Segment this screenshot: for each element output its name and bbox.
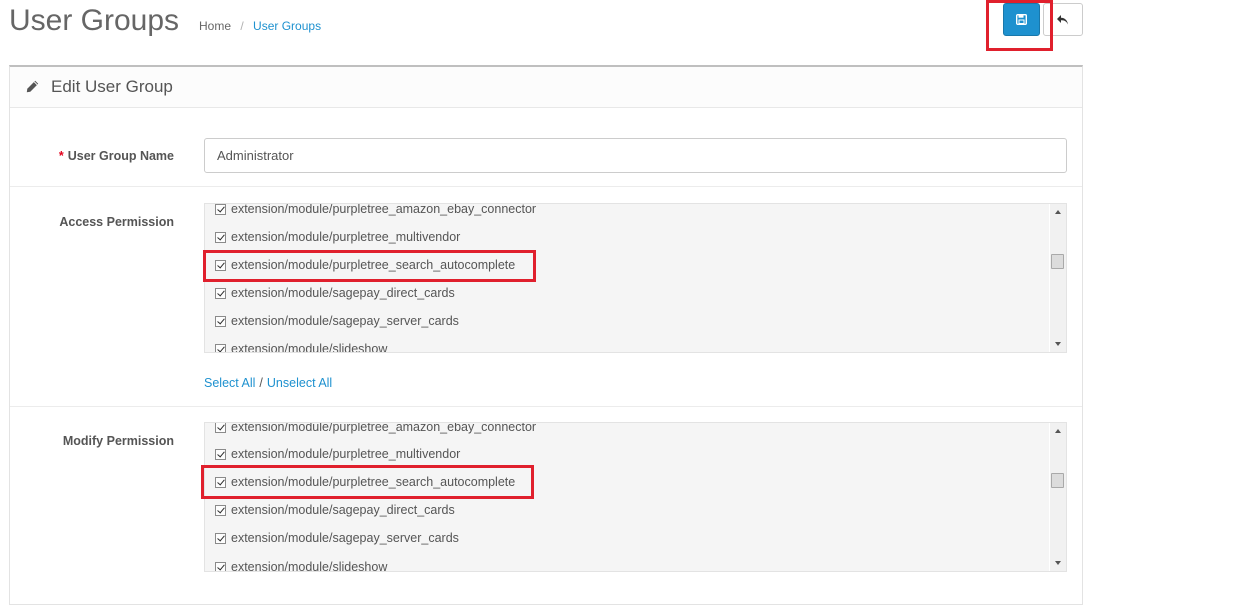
- reply-arrow-icon: [1057, 14, 1068, 24]
- breadcrumb-user-groups[interactable]: User Groups: [253, 19, 321, 33]
- modify-item[interactable]: extension/module/purpletree_multivendor: [215, 445, 460, 463]
- link-separator: /: [259, 376, 263, 390]
- modify-item-label: extension/module/sagepay_server_cards: [231, 531, 459, 545]
- modify-item-label: extension/module/slideshow: [231, 560, 388, 571]
- modify-item-label: extension/module/purpletree_amazon_ebay_…: [231, 423, 537, 434]
- edit-user-group-panel: Edit User Group *User Group Name Access …: [9, 65, 1083, 605]
- checkbox[interactable]: [215, 532, 226, 544]
- scroll-up-arrow-icon[interactable]: [1055, 210, 1061, 214]
- checkbox[interactable]: [215, 504, 226, 516]
- floppy-disk-icon: [1016, 14, 1027, 25]
- access-permission-items: extension/module/purpletree_amazon_ebay_…: [205, 204, 1051, 352]
- checkbox[interactable]: [215, 343, 226, 352]
- row-divider: [10, 186, 1082, 187]
- access-item[interactable]: extension/module/sagepay_server_cards: [215, 312, 459, 330]
- checkbox[interactable]: [215, 448, 226, 460]
- row-divider: [10, 406, 1082, 407]
- modify-item[interactable]: extension/module/sagepay_direct_cards: [215, 501, 455, 519]
- checkbox[interactable]: [215, 476, 226, 488]
- page-title: User Groups: [9, 4, 180, 37]
- panel-title: Edit User Group: [51, 77, 173, 96]
- access-item[interactable]: extension/module/purpletree_search_autoc…: [215, 256, 515, 274]
- modify-item-label: extension/module/sagepay_direct_cards: [231, 503, 455, 517]
- checkbox[interactable]: [215, 287, 226, 299]
- scroll-up-arrow-icon[interactable]: [1055, 429, 1061, 433]
- access-item-label: extension/module/purpletree_amazon_ebay_…: [231, 204, 537, 216]
- user-group-name-label: * User Group Name: [10, 148, 174, 164]
- access-item[interactable]: extension/module/sagepay_direct_cards: [215, 284, 455, 302]
- required-marker: *: [58, 149, 64, 163]
- breadcrumb: Home / User Groups: [199, 19, 321, 34]
- access-item-label: extension/module/purpletree_search_autoc…: [231, 258, 516, 272]
- modify-permission-list[interactable]: extension/module/purpletree_amazon_ebay_…: [204, 422, 1067, 572]
- modify-item[interactable]: extension/module/slideshow: [215, 558, 387, 571]
- access-permission-list[interactable]: extension/module/purpletree_amazon_ebay_…: [204, 203, 1067, 353]
- breadcrumb-separator: /: [240, 19, 244, 33]
- access-item-label: extension/module/sagepay_server_cards: [231, 314, 459, 328]
- modify-item-label: extension/module/purpletree_search_autoc…: [231, 475, 516, 489]
- access-item[interactable]: extension/module/slideshow: [215, 340, 387, 352]
- modify-scrollbar[interactable]: [1049, 423, 1066, 571]
- modify-item[interactable]: extension/module/purpletree_search_autoc…: [215, 473, 515, 491]
- access-item-label: extension/module/slideshow: [231, 342, 388, 352]
- access-item[interactable]: extension/module/purpletree_multivendor: [215, 228, 460, 246]
- access-item[interactable]: extension/module/purpletree_amazon_ebay_…: [215, 204, 536, 218]
- checkbox[interactable]: [215, 204, 226, 215]
- modify-item-label: extension/module/purpletree_multivendor: [231, 447, 461, 461]
- scroll-down-arrow-icon[interactable]: [1055, 561, 1061, 565]
- checkbox[interactable]: [215, 423, 226, 433]
- panel-heading: Edit User Group: [10, 67, 1082, 108]
- save-button[interactable]: [1003, 3, 1040, 36]
- checkbox[interactable]: [215, 259, 226, 271]
- user-group-name-label-text: User Group Name: [67, 149, 174, 163]
- breadcrumb-home[interactable]: Home: [199, 19, 231, 33]
- pencil-icon: [26, 80, 39, 93]
- modify-item[interactable]: extension/module/purpletree_amazon_ebay_…: [215, 423, 536, 436]
- scroll-thumb[interactable]: [1051, 254, 1064, 269]
- scroll-thumb[interactable]: [1051, 473, 1064, 488]
- access-permission-label: Access Permission: [59, 215, 174, 229]
- checkbox[interactable]: [215, 231, 226, 243]
- select-links: Select All / Unselect All: [204, 375, 332, 391]
- unselect-all-link[interactable]: Unselect All: [267, 376, 332, 390]
- checkbox[interactable]: [215, 561, 226, 571]
- user-group-name-input[interactable]: [204, 138, 1067, 173]
- access-item-label: extension/module/purpletree_multivendor: [231, 230, 461, 244]
- modify-permission-items: extension/module/purpletree_amazon_ebay_…: [205, 423, 1051, 571]
- select-all-link[interactable]: Select All: [204, 376, 255, 390]
- access-scrollbar[interactable]: [1049, 204, 1066, 352]
- modify-permission-label: Modify Permission: [62, 434, 174, 448]
- back-button[interactable]: [1043, 3, 1083, 36]
- access-item-label: extension/module/sagepay_direct_cards: [231, 286, 455, 300]
- scroll-down-arrow-icon[interactable]: [1055, 342, 1061, 346]
- modify-item[interactable]: extension/module/sagepay_server_cards: [215, 529, 459, 547]
- checkbox[interactable]: [215, 315, 226, 327]
